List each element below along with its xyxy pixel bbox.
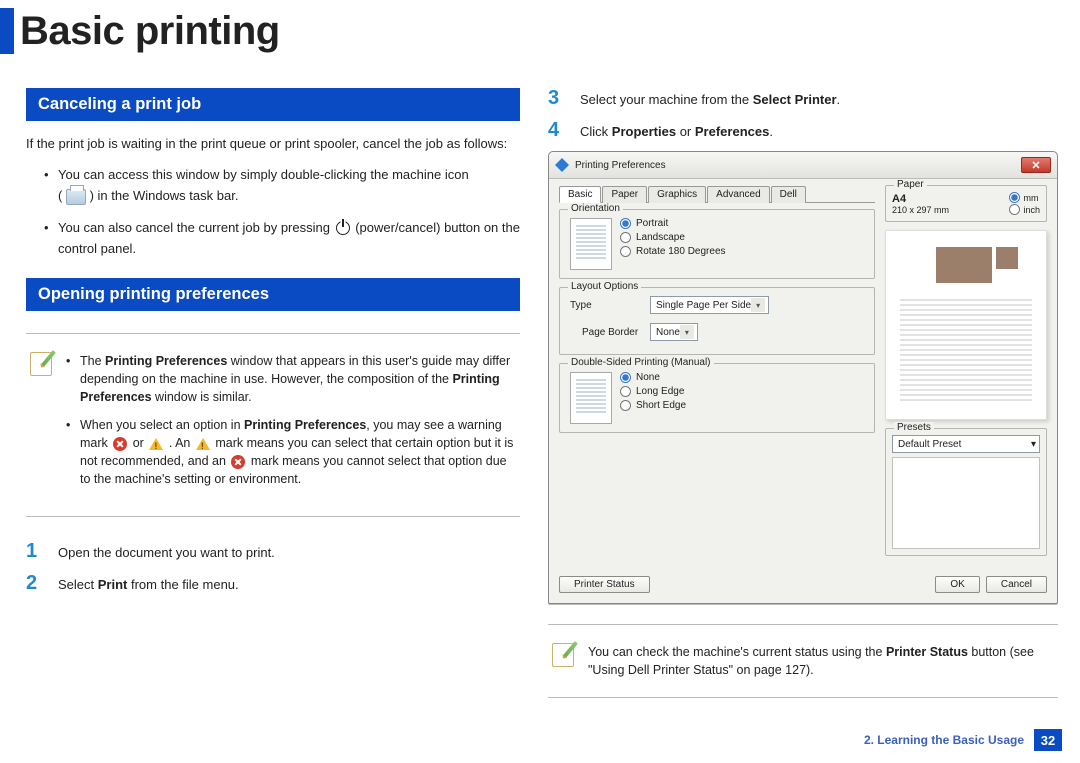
tab-basic[interactable]: Basic <box>559 186 601 203</box>
error-icon <box>113 437 127 451</box>
unit-inch[interactable]: inch <box>1009 204 1040 215</box>
warning-icon <box>196 438 210 450</box>
type-select[interactable]: Single Page Per Side▾ <box>650 296 769 314</box>
note-icon <box>552 643 574 667</box>
error-icon <box>231 455 245 469</box>
radio-short-edge[interactable]: Short Edge <box>620 400 686 411</box>
step-number: 2 <box>26 573 46 593</box>
page-preview <box>885 230 1047 420</box>
cancel-button[interactable]: Cancel <box>986 576 1047 593</box>
presets-panel: Presets Default Preset▾ <box>885 428 1047 556</box>
right-column: 3 Select your machine from the Select Pr… <box>548 88 1058 722</box>
radio-rotate180[interactable]: Rotate 180 Degrees <box>620 246 726 257</box>
step-number: 1 <box>26 541 46 561</box>
bullet-2: You can also cancel the current job by p… <box>44 217 520 260</box>
border-label: Page Border <box>570 327 640 338</box>
step-text: Click Properties or Preferences. <box>580 120 773 142</box>
section-heading-cancel: Canceling a print job <box>26 88 520 121</box>
dialog-tabs: Basic Paper Graphics Advanced Dell <box>559 185 875 203</box>
warning-icon <box>149 438 163 450</box>
type-label: Type <box>570 300 640 311</box>
panel-legend: Presets <box>894 422 934 433</box>
page-footer: 2. Learning the Basic Usage 32 <box>864 729 1062 751</box>
orientation-thumbnail <box>570 218 612 270</box>
note-icon <box>30 352 52 376</box>
paper-panel: Paper A4 210 x 297 mm mm inch <box>885 185 1047 222</box>
radio-long-edge[interactable]: Long Edge <box>620 386 686 397</box>
note-item-2: When you select an option in Printing Pr… <box>66 416 516 489</box>
step-4: 4 Click Properties or Preferences. <box>548 120 1058 142</box>
bullet-1: You can access this window by simply dou… <box>44 164 520 207</box>
layout-fieldset: Layout Options Type Single Page Per Side… <box>559 287 875 355</box>
step-text: Open the document you want to print. <box>58 541 275 563</box>
radio-none[interactable]: None <box>620 372 686 383</box>
paper-dimensions: 210 x 297 mm <box>892 205 949 215</box>
fieldset-legend: Orientation <box>568 203 623 214</box>
chevron-down-icon: ▾ <box>751 298 765 312</box>
note-block-1: The Printing Preferences window that app… <box>26 333 520 518</box>
orientation-fieldset: Orientation Portrait Landscape Rotate 18… <box>559 209 875 279</box>
fieldset-legend: Layout Options <box>568 281 641 292</box>
paper-size-name: A4 <box>892 193 949 205</box>
panel-legend: Paper <box>894 179 927 190</box>
ok-button[interactable]: OK <box>935 576 979 593</box>
cancel-bullet-list: You can access this window by simply dou… <box>26 164 520 260</box>
printing-preferences-dialog: Printing Preferences ✕ Basic Paper Graph… <box>548 151 1058 604</box>
dialog-titlebar: Printing Preferences ✕ <box>549 152 1057 179</box>
step-number: 3 <box>548 88 568 108</box>
left-column: Canceling a print job If the print job i… <box>26 88 520 722</box>
tab-paper[interactable]: Paper <box>602 186 647 203</box>
radio-landscape[interactable]: Landscape <box>620 232 726 243</box>
step-number: 4 <box>548 120 568 140</box>
step-1: 1 Open the document you want to print. <box>26 541 520 563</box>
border-select[interactable]: None▾ <box>650 323 698 341</box>
page-number: 32 <box>1034 729 1062 751</box>
dialog-title: Printing Preferences <box>575 160 666 171</box>
section-intro: If the print job is waiting in the print… <box>26 135 520 154</box>
chapter-label: 2. Learning the Basic Usage <box>864 733 1024 747</box>
accent-stripe <box>0 8 14 54</box>
radio-portrait[interactable]: Portrait <box>620 218 726 229</box>
page-title: Basic printing <box>20 9 280 54</box>
page-header: Basic printing <box>0 0 1080 62</box>
note-item-1: The Printing Preferences window that app… <box>66 352 516 406</box>
duplex-thumbnail <box>570 372 612 424</box>
step-text: Select your machine from the Select Prin… <box>580 88 840 110</box>
close-button[interactable]: ✕ <box>1021 157 1051 173</box>
tab-advanced[interactable]: Advanced <box>707 186 769 203</box>
presets-select[interactable]: Default Preset▾ <box>892 435 1040 453</box>
step-text: Select Print from the file menu. <box>58 573 239 595</box>
presets-list[interactable] <box>892 457 1040 549</box>
tab-graphics[interactable]: Graphics <box>648 186 706 203</box>
chevron-down-icon: ▾ <box>1031 439 1036 450</box>
note-text: You can check the machine's current stat… <box>588 643 1054 679</box>
unit-mm[interactable]: mm <box>1009 192 1040 203</box>
step-3: 3 Select your machine from the Select Pr… <box>548 88 1058 110</box>
note-block-2: You can check the machine's current stat… <box>548 624 1058 698</box>
app-icon <box>555 158 569 172</box>
fieldset-legend: Double-Sided Printing (Manual) <box>568 357 714 368</box>
section-heading-preferences: Opening printing preferences <box>26 278 520 311</box>
tab-dell[interactable]: Dell <box>771 186 806 203</box>
printer-status-button[interactable]: Printer Status <box>559 576 650 593</box>
step-2: 2 Select Print from the file menu. <box>26 573 520 595</box>
duplex-fieldset: Double-Sided Printing (Manual) None Long… <box>559 363 875 433</box>
power-icon <box>336 221 350 235</box>
chevron-down-icon: ▾ <box>680 325 694 339</box>
printer-icon <box>66 189 86 205</box>
